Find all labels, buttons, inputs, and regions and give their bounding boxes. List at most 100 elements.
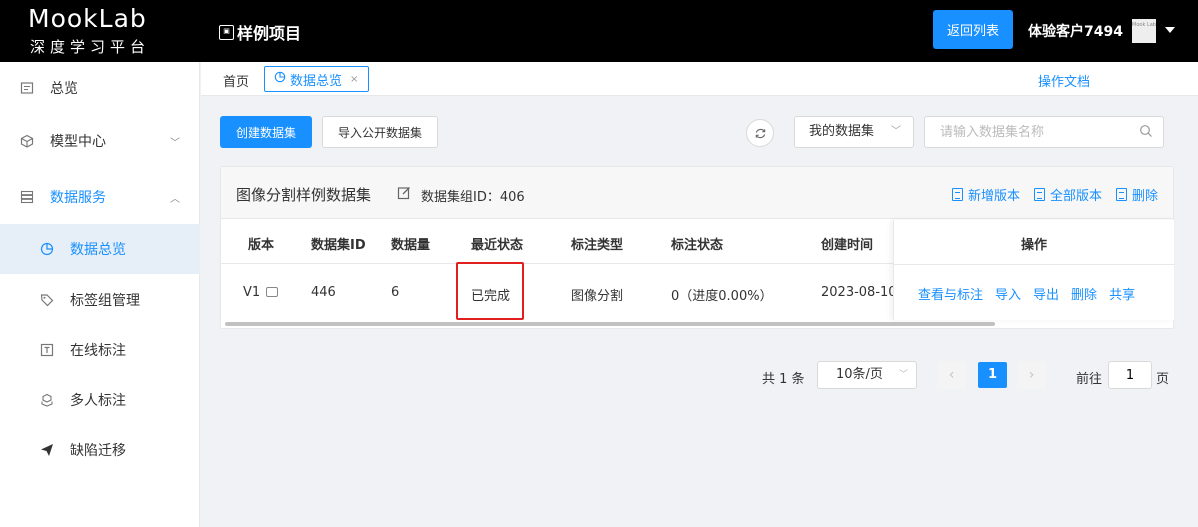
- create-dataset-button[interactable]: 创建数据集: [220, 116, 312, 148]
- back-to-list-button[interactable]: 返回列表: [933, 10, 1013, 49]
- sidebar-item-online-annotation[interactable]: 在线标注: [0, 325, 200, 375]
- version-cell: V1: [243, 285, 279, 300]
- sidebar-item-defect-migration[interactable]: 缺陷迁移: [0, 425, 200, 475]
- sidebar-item-label: 缺陷迁移: [70, 443, 126, 459]
- import-link[interactable]: 导入: [995, 284, 1021, 303]
- overview-icon: [20, 81, 34, 95]
- column-header: 操作: [1021, 238, 1048, 253]
- page-unit-label: 页: [1156, 372, 1170, 387]
- column-header: 最近状态: [471, 238, 524, 253]
- close-icon[interactable]: ×: [350, 74, 358, 85]
- top-bar: MookLab 深度学习平台 ▣ 样例项目 返回列表 体验客户7494 Mook…: [0, 0, 1198, 62]
- sidebar-item-label: 多人标注: [70, 393, 126, 409]
- logo[interactable]: MookLab 深度学习平台: [0, 0, 200, 62]
- next-page-button[interactable]: ›: [1017, 361, 1046, 389]
- dataset-filter-select[interactable]: 我的数据集 ﹀: [794, 116, 914, 148]
- docs-link[interactable]: 操作文档: [1038, 71, 1090, 90]
- tab-data-overview[interactable]: 数据总览 ×: [264, 66, 370, 92]
- search-input[interactable]: [924, 116, 1164, 148]
- goto-label: 前往: [1076, 372, 1103, 387]
- chevron-down-icon: ﹀: [898, 370, 908, 380]
- dataset-card: 图像分割样例数据集 数据集组ID：406 新增版本 全部版本 删除 版本 数据集…: [220, 166, 1175, 329]
- goto-page-input[interactable]: [1108, 361, 1152, 389]
- user-name[interactable]: 体验客户7494: [1028, 21, 1123, 41]
- prev-page-button[interactable]: ‹: [937, 361, 966, 389]
- edit-icon[interactable]: [397, 186, 411, 200]
- import-public-dataset-button[interactable]: 导入公开数据集: [322, 116, 438, 148]
- search-icon[interactable]: [1139, 124, 1153, 138]
- sidebar-item-multi-annotation[interactable]: 多人标注: [0, 375, 200, 425]
- page-size-value: 10条/页: [836, 367, 883, 382]
- all-versions-label: 全部版本: [1049, 189, 1102, 204]
- comment-icon[interactable]: [266, 287, 279, 297]
- chevron-down-icon: ﹀: [891, 126, 901, 137]
- annotation-type-cell: 图像分割: [571, 289, 624, 304]
- current-page[interactable]: 1: [978, 362, 1007, 388]
- pie-chart-icon: [40, 242, 54, 256]
- share-link[interactable]: 共享: [1109, 284, 1135, 303]
- logo-main-text: MookLab: [28, 4, 147, 33]
- column-header: 数据集ID: [311, 238, 366, 253]
- logo-sub-text: 深度学习平台: [30, 38, 151, 56]
- dataset-card-header: 图像分割样例数据集 数据集组ID：406 新增版本 全部版本 删除: [221, 167, 1173, 219]
- user-menu-caret-icon[interactable]: [1165, 27, 1175, 33]
- chevron-down-icon: ﹀: [170, 137, 180, 149]
- export-link[interactable]: 导出: [1033, 284, 1059, 303]
- tab-label: 数据总览: [290, 73, 343, 89]
- row-operations: 查看与标注 导入 导出 删除 共享: [918, 284, 1135, 303]
- column-header: 数据量: [391, 238, 431, 253]
- divider: [894, 264, 1175, 265]
- sidebar-item-label: 总览: [50, 81, 78, 97]
- select-value: 我的数据集: [809, 124, 875, 139]
- document-icon: [951, 188, 963, 201]
- view-annotate-link[interactable]: 查看与标注: [918, 284, 983, 303]
- sidebar-item-data-service[interactable]: 数据服务 ︿: [0, 172, 200, 222]
- dataset-title: 图像分割样例数据集: [236, 186, 372, 204]
- sidebar-item-label: 模型中心: [50, 134, 106, 150]
- delete-dataset-button[interactable]: 删除: [1115, 185, 1158, 204]
- delete-dataset-label: 删除: [1131, 189, 1158, 204]
- pagination-total: 共 1 条: [762, 372, 805, 387]
- avatar[interactable]: Mook Lab: [1132, 19, 1156, 43]
- tag-icon: [40, 293, 54, 307]
- add-version-button[interactable]: 新增版本: [951, 185, 1020, 204]
- operations-column: 操作: [893, 220, 1175, 320]
- created-time-cell: 2023-08-10: [821, 285, 897, 300]
- text-icon: [40, 343, 54, 357]
- all-versions-button[interactable]: 全部版本: [1033, 185, 1102, 204]
- database-icon: [20, 190, 34, 204]
- sidebar-item-label: 数据总览: [70, 242, 126, 258]
- tab-home[interactable]: 首页: [223, 71, 249, 90]
- add-version-label: 新增版本: [967, 189, 1020, 204]
- page-size-select[interactable]: 10条/页 ﹀: [817, 361, 917, 389]
- sidebar-item-label: 标签组管理: [70, 293, 140, 309]
- project-name: 样例项目: [237, 24, 302, 43]
- project-title: ▣ 样例项目: [219, 20, 301, 44]
- delete-link[interactable]: 删除: [1071, 284, 1097, 303]
- horizontal-scrollbar[interactable]: [225, 322, 995, 326]
- annotation-status-cell: 0（进度0.00%）: [671, 289, 773, 304]
- dataset-id-cell: 446: [311, 285, 336, 300]
- group-icon: [40, 393, 54, 407]
- column-header: 创建时间: [821, 238, 874, 253]
- dataset-actions: 新增版本 全部版本 删除: [951, 185, 1158, 204]
- project-icon: ▣: [219, 24, 234, 40]
- column-header: 标注类型: [571, 238, 624, 253]
- sidebar-item-model-center[interactable]: 模型中心 ﹀: [0, 116, 200, 166]
- column-header: 标注状态: [671, 238, 724, 253]
- sidebar-item-label: 在线标注: [70, 343, 126, 359]
- dataset-group-id: 数据集组ID：406: [421, 190, 525, 205]
- sidebar-item-tag-group[interactable]: 标签组管理: [0, 275, 200, 325]
- sidebar: 总览 模型中心 ﹀ 数据服务 ︿ 数据总览 标签组管理 在线标注 多人标注 缺陷…: [0, 62, 200, 527]
- cube-icon: [20, 134, 34, 148]
- chevron-up-icon: ︿: [170, 193, 180, 205]
- sidebar-item-data-overview[interactable]: 数据总览: [0, 224, 200, 274]
- document-icon: [1115, 188, 1127, 201]
- document-icon: [1033, 188, 1045, 201]
- pie-chart-icon: [274, 71, 286, 87]
- send-icon: [40, 443, 54, 457]
- status-highlight-box: [456, 262, 524, 320]
- refresh-icon[interactable]: [746, 119, 774, 147]
- sidebar-item-overview[interactable]: 总览: [0, 63, 200, 113]
- version-label: V1: [243, 285, 261, 300]
